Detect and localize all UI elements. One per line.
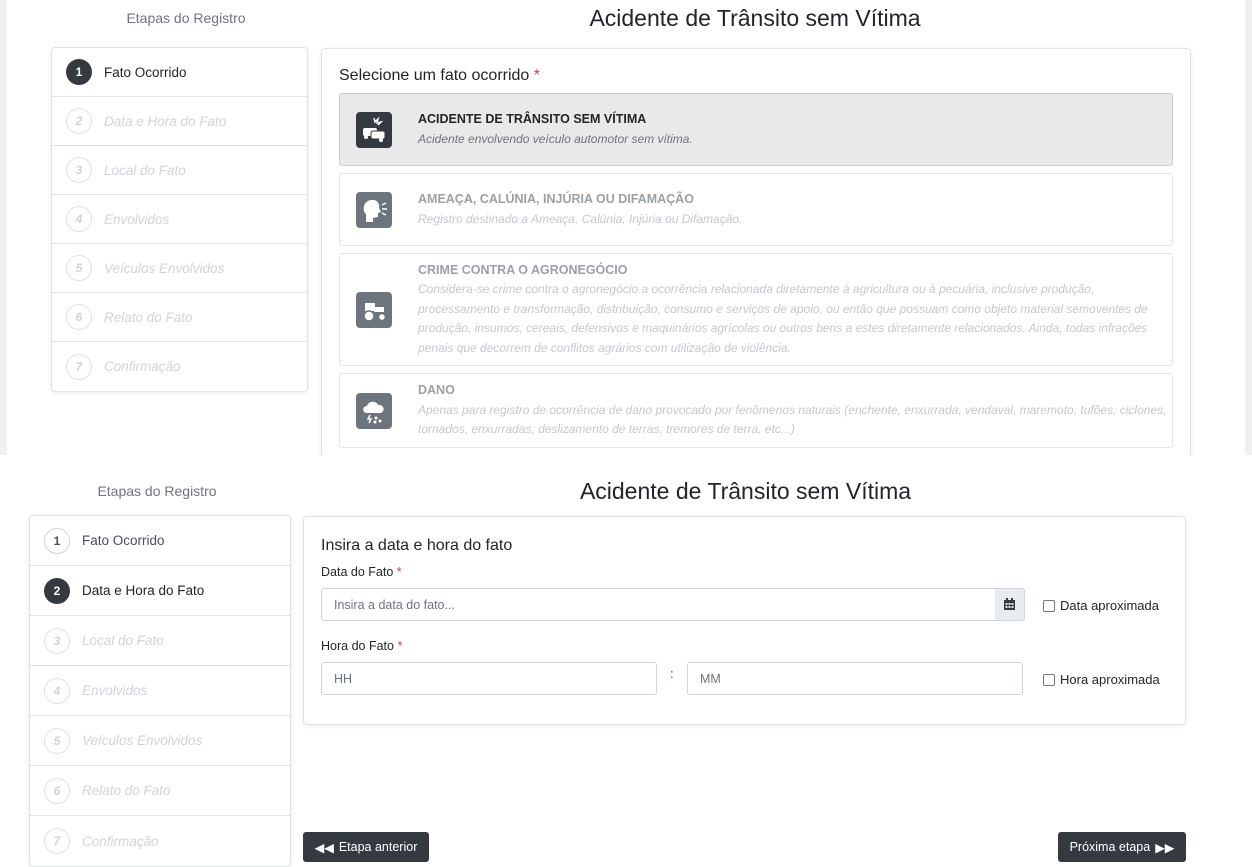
step-number: 7	[44, 828, 70, 854]
checkbox-label: Data aproximada	[1060, 598, 1159, 613]
time-approx-checkbox[interactable]: Hora aproximada	[1043, 672, 1160, 687]
prev-step-button[interactable]: ◀◀ Etapa anterior	[303, 832, 429, 862]
step-veiculos[interactable]: 5 Veículos Envolvidos	[30, 716, 290, 766]
data-hora-card: Insira a data e hora do fato Data do Fat…	[303, 516, 1186, 725]
step-number: 6	[66, 304, 92, 330]
step-label: Envolvidos	[104, 211, 170, 227]
step-label: Local do Fato	[104, 162, 186, 178]
option-acidente-transito[interactable]: ACIDENTE DE TRÂNSITO SEM VÍTIMA Acidente…	[339, 93, 1173, 166]
step-fato-ocorrido[interactable]: 1 Fato Ocorrido	[30, 516, 290, 566]
option-title: AMEAÇA, CALÚNIA, INJÚRIA OU DIFAMAÇÃO	[418, 192, 694, 206]
step-number: 7	[66, 353, 92, 380]
step-label: Fato Ocorrido	[82, 533, 165, 548]
time-label-text: Hora do Fato	[321, 639, 394, 653]
step-local[interactable]: 3 Local do Fato	[30, 616, 290, 666]
next-step-label: Próxima etapa	[1069, 840, 1151, 854]
screen-data-hora: Etapas do Registro Acidente de Trânsito …	[0, 462, 1252, 867]
date-approx-checkbox[interactable]: Data aproximada	[1043, 598, 1159, 613]
minute-input[interactable]: MM	[687, 662, 1023, 695]
checkbox-box[interactable]	[1043, 599, 1055, 612]
step-number: 4	[44, 677, 70, 704]
step-number: 2	[66, 108, 92, 134]
step-relato[interactable]: 6 Relato do Fato	[52, 293, 307, 342]
screen-fato-ocorrido-body: Etapas do Registro Acidente de Trânsito …	[7, 0, 1245, 455]
option-dano[interactable]: DANO Apenas para registro de ocorrência …	[339, 373, 1173, 448]
date-label-text: Data do Fato	[321, 565, 394, 579]
time-label: Hora do Fato *	[321, 639, 402, 653]
option-desc: Acidente envolvendo veículo automotor se…	[418, 131, 693, 146]
step-relato[interactable]: 6 Relato do Fato	[30, 766, 290, 816]
step-label: Veículos Envolvidos	[82, 733, 203, 748]
option-desc: Considera-se crime contra o agronegócio …	[418, 282, 1148, 355]
step-number: 2	[44, 577, 70, 604]
step-number: 5	[44, 727, 70, 754]
screen-fato-ocorrido: Etapas do Registro Acidente de Trânsito …	[0, 0, 1252, 455]
double-arrow-right-icon: ▶▶	[1155, 840, 1175, 855]
step-number: 3	[44, 627, 70, 654]
tractor-icon	[356, 291, 392, 328]
prev-step-label: Etapa anterior	[338, 840, 418, 854]
steps-title: Etapas do Registro	[126, 10, 246, 26]
required-mark: *	[396, 565, 402, 579]
step-label: Data e Hora do Fato	[82, 583, 205, 598]
step-label: Relato do Fato	[104, 309, 193, 325]
step-number: 1	[66, 59, 92, 85]
step-number: 4	[66, 206, 92, 232]
page: Etapas do Registro Acidente de Trânsito …	[0, 0, 1252, 867]
card-title: Selecione um fato ocorrido *	[339, 67, 540, 85]
hour-input[interactable]: HH	[321, 662, 657, 695]
date-input[interactable]: Insira a data do fato...	[321, 588, 996, 621]
required-mark: *	[397, 639, 403, 653]
speaking-head-icon	[356, 191, 392, 228]
time-separator: :	[670, 666, 674, 681]
fato-card: Selecione um fato ocorrido * ACIDENTE DE…	[321, 48, 1191, 455]
option-ameaca[interactable]: AMEAÇA, CALÚNIA, INJÚRIA OU DIFAMAÇÃO Re…	[339, 173, 1173, 246]
step-veiculos[interactable]: 5 Veículos Envolvidos	[52, 244, 307, 293]
step-envolvidos[interactable]: 4 Envolvidos	[52, 195, 307, 244]
checkbox-box[interactable]	[1043, 673, 1055, 686]
option-title: DANO	[418, 383, 455, 398]
step-label: Confirmação	[104, 359, 181, 374]
page-title: Acidente de Trânsito sem Vítima	[579, 478, 912, 504]
step-label: Fato Ocorrido	[104, 64, 187, 80]
next-step-button[interactable]: Próxima etapa ▶▶	[1058, 832, 1186, 862]
step-number: 3	[66, 157, 92, 183]
step-label: Veículos Envolvidos	[104, 260, 225, 276]
option-title: CRIME CONTRA O AGRONEGÓCIO	[418, 262, 628, 277]
step-fato-ocorrido[interactable]: 1 Fato Ocorrido	[52, 48, 307, 97]
option-agronegocio[interactable]: CRIME CONTRA O AGRONEGÓCIO Considera-se …	[339, 253, 1173, 366]
step-label: Envolvidos	[82, 683, 148, 698]
card-title: Insira a data e hora do fato	[321, 537, 513, 554]
option-desc: Apenas para registro de ocorrência de da…	[418, 402, 1167, 437]
step-number: 6	[44, 777, 70, 804]
step-label: Relato do Fato	[82, 783, 171, 798]
step-local[interactable]: 3 Local do Fato	[52, 146, 307, 195]
step-confirmacao[interactable]: 7 Confirmação	[52, 342, 307, 391]
storm-cloud-icon	[356, 392, 392, 429]
option-title: ACIDENTE DE TRÂNSITO SEM VÍTIMA	[418, 112, 647, 126]
page-title: Acidente de Trânsito sem Vítima	[589, 5, 921, 31]
step-data-hora[interactable]: 2 Data e Hora do Fato	[30, 566, 290, 616]
card-title-text: Selecione um fato ocorrido	[339, 67, 530, 84]
calendar-icon[interactable]	[995, 588, 1025, 621]
step-label: Local do Fato	[82, 633, 164, 648]
double-arrow-left-icon: ◀◀	[314, 840, 334, 855]
step-data-hora[interactable]: 2 Data e Hora do Fato	[52, 97, 307, 146]
date-label: Data do Fato *	[321, 565, 402, 579]
steps-list: 1 Fato Ocorrido 2 Data e Hora do Fato 3 …	[51, 47, 308, 392]
step-number: 1	[44, 527, 70, 554]
steps-list: 1 Fato Ocorrido 2 Data e Hora do Fato 3 …	[29, 515, 291, 867]
step-envolvidos[interactable]: 4 Envolvidos	[30, 666, 290, 716]
step-number: 5	[66, 255, 92, 281]
step-confirmacao[interactable]: 7 Confirmação	[30, 816, 290, 866]
car-crash-icon	[356, 111, 392, 148]
step-label: Confirmação	[82, 833, 159, 849]
step-label: Data e Hora do Fato	[104, 113, 227, 129]
steps-title: Etapas do Registro	[97, 483, 217, 499]
option-desc: Registro destinado a Ameaça, Calúnia, In…	[418, 211, 743, 226]
checkbox-label: Hora aproximada	[1060, 672, 1160, 687]
required-mark: *	[533, 67, 541, 84]
